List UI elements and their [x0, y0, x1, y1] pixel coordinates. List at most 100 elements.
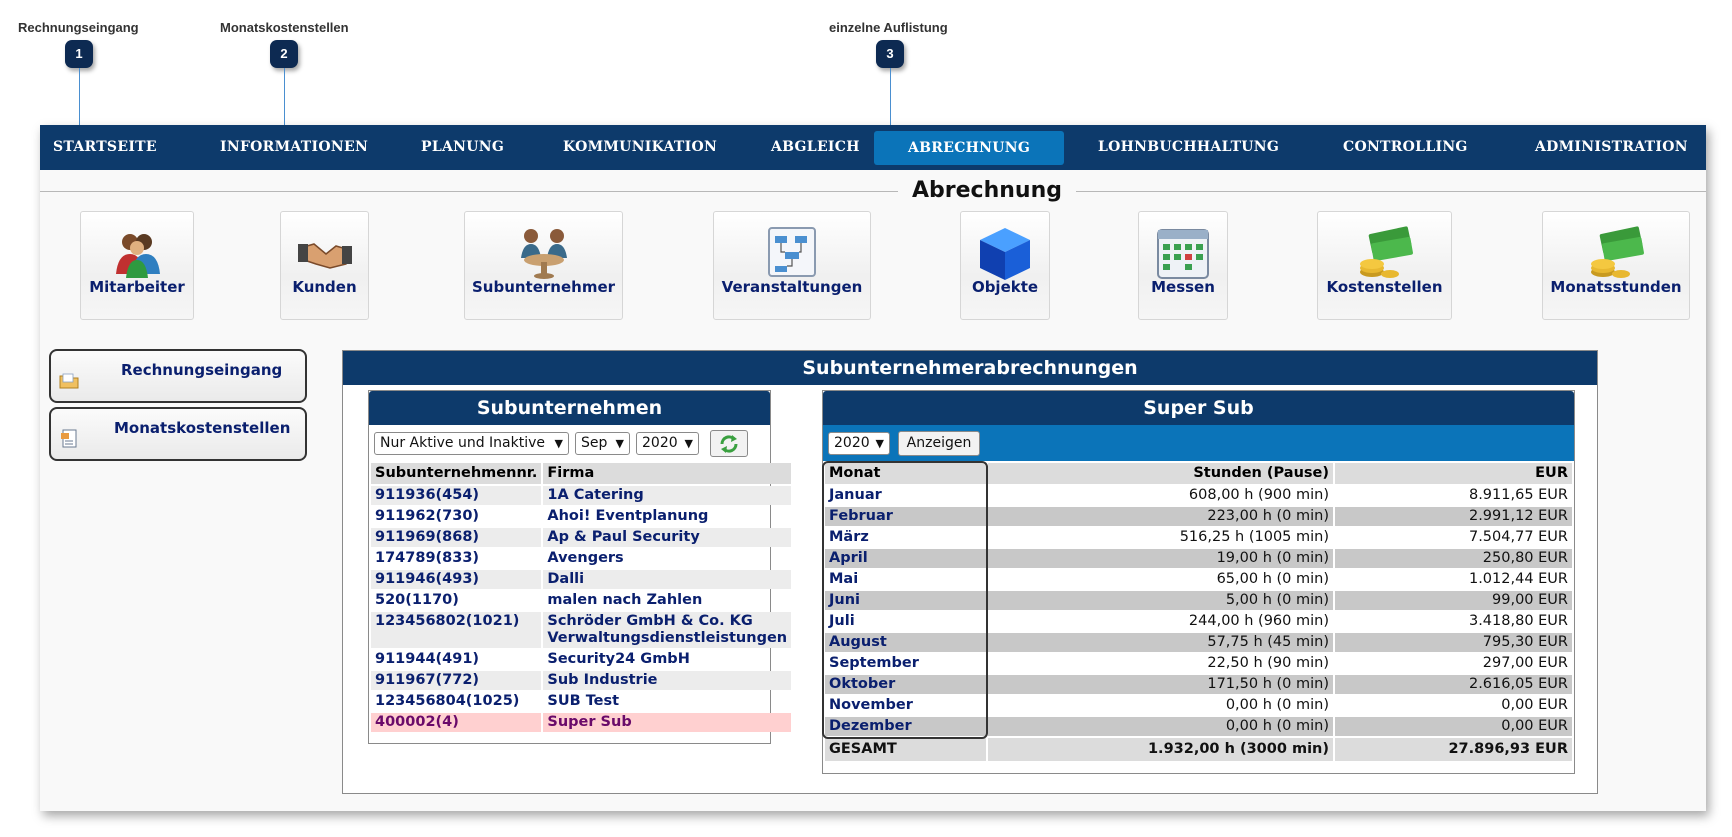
table-cell[interactable]: 174789(833): [371, 549, 541, 568]
document-icon: [61, 429, 77, 448]
month-link[interactable]: August: [825, 633, 986, 652]
month-link[interactable]: April: [825, 549, 986, 568]
tile-kunden[interactable]: Kunden: [280, 211, 369, 320]
table-cell: 0,00 EUR: [1501, 697, 1568, 713]
tile-objekte[interactable]: Objekte: [960, 211, 1050, 320]
meeting-icon: [520, 229, 567, 279]
table-row[interactable]: 174789(833) Avengers: [371, 549, 791, 568]
table-row[interactable]: Juli 244,00 h (960 min) 3.418,80 EUR: [825, 612, 1572, 631]
month-link[interactable]: Februar: [825, 507, 986, 526]
table-cell[interactable]: Security24 GmbH: [543, 650, 791, 669]
table-row[interactable]: Januar 608,00 h (900 min) 8.911,65 EUR: [825, 486, 1572, 505]
table-row[interactable]: Oktober 171,50 h (0 min) 2.616,05 EUR: [825, 675, 1572, 694]
table-cell[interactable]: 911944(491): [371, 650, 541, 669]
nav-abrechnung[interactable]: ABRECHNUNG: [874, 131, 1065, 165]
table-cell[interactable]: SUB Test: [543, 692, 791, 711]
table-row[interactable]: September 22,50 h (90 min) 297,00 EUR: [825, 654, 1572, 673]
table-row[interactable]: Februar 223,00 h (0 min) 2.991,12 EUR: [825, 507, 1572, 526]
annotation-label-2: Monatskostenstellen: [220, 20, 349, 35]
month-link[interactable]: Januar: [825, 486, 986, 505]
table-row[interactable]: 911936(454) 1A Catering: [371, 486, 792, 505]
table-cell[interactable]: 911936(454): [371, 486, 542, 505]
table-row[interactable]: Dezember 0,00 h (0 min) 0,00 EUR: [825, 717, 1572, 736]
table-cell: 608,00 h (900 min): [1188, 487, 1329, 503]
table-row-selected[interactable]: 400002(4) Super Sub: [371, 713, 792, 732]
table-cell[interactable]: 123456802(1021): [371, 612, 542, 648]
table-row[interactable]: November 0,00 h (0 min) 0,00 EUR: [825, 696, 1572, 715]
cube-icon: [980, 228, 1030, 280]
table-cell[interactable]: Ap & Paul Security: [543, 528, 792, 547]
table-row[interactable]: 911962(730) Ahoi! Eventplanung: [371, 507, 791, 526]
table-cell[interactable]: 911946(493): [371, 570, 542, 589]
table-row[interactable]: 911967(772) Sub Industrie: [371, 671, 792, 690]
table-cell[interactable]: Schröder GmbH & Co. KG Verwaltungsdienst…: [543, 612, 792, 648]
annotation-badge-3: 3: [876, 40, 904, 68]
month-link[interactable]: März: [825, 528, 986, 547]
tile-kostenstellen[interactable]: Kostenstellen: [1317, 211, 1452, 320]
table-cell[interactable]: Avengers: [543, 549, 791, 568]
sidebar-item-label: Monatskostenstellen: [114, 419, 291, 437]
tile-mitarbeiter[interactable]: Mitarbeiter: [80, 211, 194, 320]
table-cell: 3.418,80 EUR: [1468, 613, 1568, 629]
month-link[interactable]: September: [825, 654, 986, 673]
table-row[interactable]: April 19,00 h (0 min) 250,80 EUR: [825, 549, 1572, 568]
nav-lohnbuchhaltung[interactable]: LOHNBUCHHALTUNG: [1098, 125, 1279, 170]
money-icon: [1359, 226, 1413, 278]
table-cell[interactable]: malen nach Zahlen: [543, 591, 791, 610]
table-cell[interactable]: Sub Industrie: [543, 671, 792, 690]
table-cell[interactable]: 400002(4): [371, 713, 542, 732]
table-cell[interactable]: 911967(772): [371, 671, 542, 690]
month-link[interactable]: Mai: [825, 570, 986, 589]
nav-abgleich[interactable]: ABGLEICH: [771, 125, 860, 170]
table-cell[interactable]: 911969(868): [371, 528, 542, 547]
sidebar-item-monatskostenstellen[interactable]: Monatskostenstellen: [49, 407, 307, 461]
month-link[interactable]: November: [825, 696, 986, 715]
table-row[interactable]: 911944(491) Security24 GmbH: [371, 650, 791, 669]
tile-messen[interactable]: Messen: [1138, 211, 1228, 320]
nav-controlling[interactable]: CONTROLLING: [1343, 125, 1468, 170]
year-filter-select[interactable]: 2020 ▼: [636, 432, 699, 455]
table-row[interactable]: 520(1170) malen nach Zahlen: [371, 591, 791, 610]
select-value: Sep: [581, 435, 608, 451]
table-cell[interactable]: Dalli: [543, 570, 792, 589]
month-link[interactable]: Juni: [825, 591, 986, 610]
nav-kommunikation[interactable]: KOMMUNIKATION: [563, 125, 717, 170]
status-filter-select[interactable]: Nur Aktive und Inaktive ▼: [374, 432, 569, 455]
month-link[interactable]: Juli: [825, 612, 986, 631]
nav-planung[interactable]: PLANUNG: [421, 125, 504, 170]
table-row[interactable]: 911969(868) Ap & Paul Security: [371, 528, 792, 547]
table-row[interactable]: März 516,25 h (1005 min) 7.504,77 EUR: [825, 528, 1572, 547]
table-cell: 8.911,65 EUR: [1468, 487, 1568, 503]
table-row[interactable]: 123456804(1025) SUB Test: [371, 692, 791, 711]
table-cell[interactable]: 911962(730): [371, 507, 541, 526]
detail-year-select[interactable]: 2020 ▼: [828, 432, 890, 455]
table-cell[interactable]: Super Sub: [543, 713, 792, 732]
month-table: Monat Stunden (Pause) EUR Januar 608,00 h…: [823, 461, 1574, 763]
nav-administration[interactable]: ADMINISTRATION: [1535, 125, 1688, 170]
total-eur: 27.896,93 EUR: [1335, 738, 1572, 761]
refresh-button[interactable]: [710, 430, 748, 457]
tile-subunternehmer[interactable]: Subunternehmer: [464, 211, 623, 320]
month-link[interactable]: Dezember: [825, 717, 986, 736]
month-filter-select[interactable]: Sep ▼: [575, 432, 630, 455]
table-row[interactable]: Mai 65,00 h (0 min) 1.012,44 EUR: [825, 570, 1572, 589]
table-cell[interactable]: 123456804(1025): [371, 692, 541, 711]
table-row[interactable]: August 57,75 h (45 min) 795,30 EUR: [825, 633, 1572, 652]
table-row[interactable]: Juni 5,00 h (0 min) 99,00 EUR: [825, 591, 1572, 610]
anzeigen-button[interactable]: Anzeigen: [898, 431, 980, 456]
table-cell[interactable]: 1A Catering: [543, 486, 792, 505]
tile-monatsstunden[interactable]: Monatsstunden: [1542, 211, 1690, 320]
tile-veranstaltungen[interactable]: Veranstaltungen: [713, 211, 871, 320]
table-cell[interactable]: Ahoi! Eventplanung: [543, 507, 791, 526]
column-header: Firma: [543, 463, 792, 484]
nav-startseite[interactable]: STARTSEITE: [53, 125, 157, 170]
table-row[interactable]: 911946(493) Dalli: [371, 570, 792, 589]
month-link[interactable]: Oktober: [825, 675, 986, 694]
nav-informationen[interactable]: INFORMATIONEN: [220, 125, 368, 170]
sidebar-item-rechnungseingang[interactable]: Rechnungseingang: [49, 349, 307, 403]
table-cell[interactable]: 520(1170): [371, 591, 541, 610]
table-cell: 1.012,44 EUR: [1468, 571, 1568, 587]
table-row[interactable]: 123456802(1021) Schröder GmbH & Co. KG Ve…: [371, 612, 792, 648]
table-cell: 65,00 h (0 min): [1216, 571, 1329, 587]
total-label: GESAMT: [825, 738, 986, 761]
